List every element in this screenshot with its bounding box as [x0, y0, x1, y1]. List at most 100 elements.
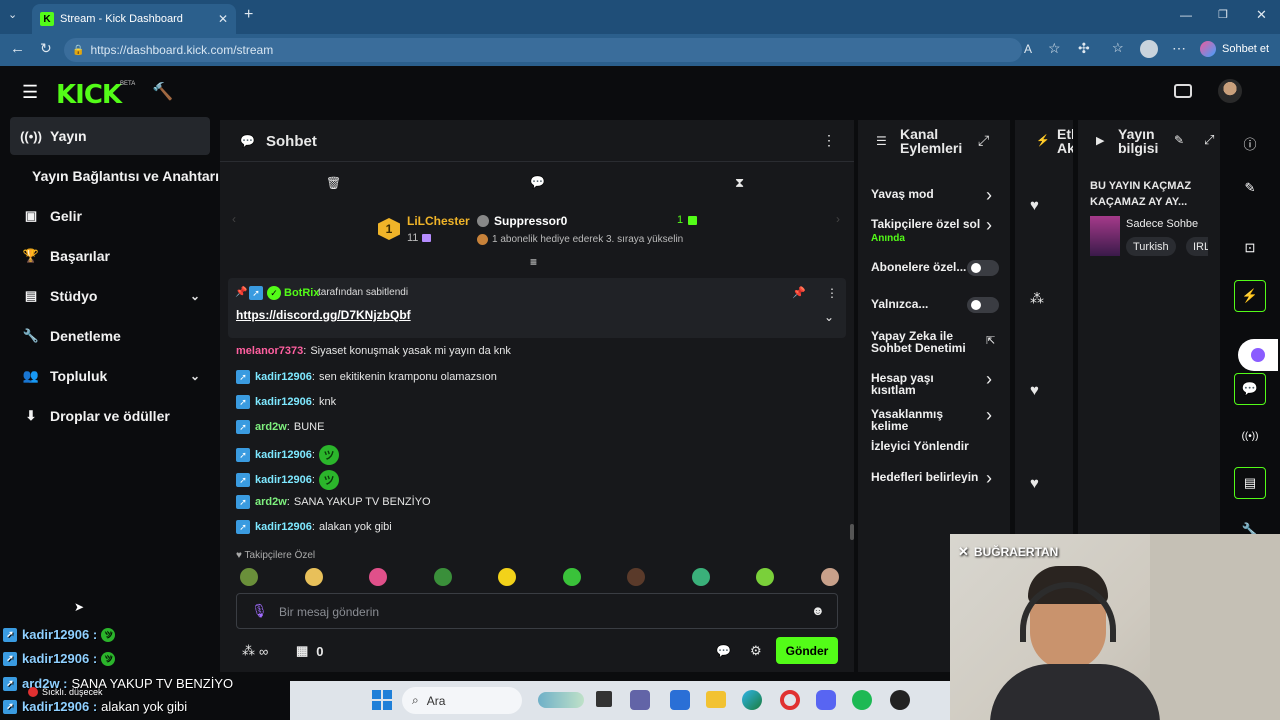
read-aloud-icon[interactable]: A — [1024, 42, 1032, 56]
emote-option-icon[interactable] — [562, 568, 581, 586]
chat-username[interactable]: kadir12906 — [255, 396, 312, 408]
url-field[interactable]: 🔒 https://dashboard.kick.com/stream — [64, 38, 1022, 62]
sidebar-item-denetleme[interactable]: 🔧 Denetleme — [10, 317, 210, 355]
back-icon[interactable]: ← — [10, 40, 25, 57]
emote-option-icon[interactable] — [627, 568, 645, 586]
sidebar-item-stream-key[interactable]: Yayın Bağlantısı ve Anahtarı — [32, 157, 222, 195]
task-view-icon[interactable] — [596, 691, 612, 707]
lightning-icon[interactable]: ⚡ — [1234, 280, 1266, 312]
edit-icon[interactable]: ✎ — [1174, 133, 1184, 147]
channel-action-item[interactable]: Yapay Zeka ile Sohbet Denetimi — [871, 330, 981, 354]
chat-scrollbar[interactable] — [850, 524, 854, 540]
tab-actions-icon[interactable]: ⌄ — [8, 8, 26, 26]
channel-action-item[interactable]: İzleyici Yönlendir — [871, 440, 981, 452]
profile-avatar[interactable] — [1140, 40, 1158, 58]
copilot-button[interactable]: Sohbet et — [1200, 41, 1269, 57]
toggle-switch[interactable] — [967, 297, 999, 313]
refresh-icon[interactable]: ↻ — [40, 40, 52, 57]
timer-icon[interactable]: ⧗ — [735, 175, 744, 191]
maximize-icon[interactable]: ❐ — [1218, 8, 1228, 21]
channel-action-item[interactable]: Hesap yaşı kısıtlam — [871, 372, 981, 396]
tag-turkish[interactable]: Turkish — [1126, 237, 1176, 256]
emote-option-icon[interactable] — [498, 568, 516, 586]
mod-hammer-icon[interactable]: 🔨 — [152, 82, 173, 102]
channel-action-item[interactable]: Hedefleri belirleyin — [871, 471, 981, 483]
file-explorer-icon[interactable] — [706, 691, 726, 708]
channel-action-item[interactable]: Yalnızca... — [871, 298, 981, 310]
channel-action-item[interactable]: Takipçilere özel sol — [871, 218, 981, 230]
new-tab-icon[interactable]: + — [244, 6, 253, 24]
info-icon[interactable]: ⓘ — [1234, 127, 1266, 159]
store-app-icon[interactable] — [670, 690, 690, 710]
leaderboard-next-icon[interactable]: › — [836, 212, 840, 226]
pinned-more-icon[interactable]: ⋮ — [826, 286, 838, 300]
live-signal-icon[interactable]: ((•)) — [1234, 420, 1266, 452]
chat-rail-icon[interactable]: 💬 — [1234, 373, 1266, 405]
leaderboard-prev-icon[interactable]: ‹ — [232, 212, 236, 226]
chat-settings-bubble-icon[interactable]: 💬 — [716, 644, 731, 658]
pencil-icon[interactable]: ✎ — [1234, 172, 1266, 204]
vr-viewer-icon[interactable] — [1174, 84, 1192, 98]
chat-input[interactable]: 🎙 Bir mesaj gönderin ☻ — [236, 593, 838, 629]
emoji-picker-icon[interactable]: ☻ — [811, 603, 825, 618]
collections-icon[interactable]: ☆ — [1112, 40, 1124, 56]
pepe-emote-icon[interactable]: ツ — [318, 470, 339, 490]
emote-option-icon[interactable] — [691, 568, 710, 586]
send-button[interactable]: Gönder — [776, 637, 838, 664]
expand-pinned-icon[interactable]: ⌄ — [824, 310, 834, 324]
kick-logo[interactable]: KICK — [56, 80, 122, 110]
store-button[interactable]: ▦ 0 — [296, 643, 324, 659]
channel-action-item[interactable]: Yasaklanmış kelime — [871, 408, 981, 432]
stream-info-popout-icon[interactable]: ⤢ — [1204, 132, 1214, 148]
pinned-by[interactable]: BotRix — [284, 287, 319, 299]
sidebar-item-gelir[interactable]: ▣ Gelir — [10, 197, 210, 235]
more-menu-icon[interactable]: ⋯ — [1172, 40, 1186, 57]
spotify-icon[interactable] — [852, 690, 872, 710]
external-link-icon[interactable]: ⇱ — [986, 334, 995, 347]
sidebar-item-basarilar[interactable]: 🏆 Başarılar — [10, 237, 210, 275]
teams-icon[interactable] — [630, 690, 650, 710]
toggle-switch[interactable] — [967, 260, 999, 276]
ai-orb-icon[interactable] — [1238, 339, 1278, 371]
emote-option-icon[interactable] — [369, 568, 387, 586]
chat-username[interactable]: kadir12906 — [255, 371, 312, 383]
tag-irl[interactable]: IRL — [1186, 237, 1208, 256]
hamburger-menu-icon[interactable]: ☰ — [22, 82, 38, 103]
channel-action-item[interactable]: Abonelere özel... — [871, 261, 981, 273]
chat-username[interactable]: melanor7373 — [236, 345, 303, 357]
layout-icon[interactable]: ▤ — [1234, 467, 1266, 499]
gear-icon[interactable]: ⚙ — [750, 643, 762, 659]
favorite-star-icon[interactable]: ☆ — [1048, 40, 1061, 57]
top-user-name[interactable]: LiLChester — [407, 214, 470, 228]
emote-option-icon[interactable] — [304, 568, 323, 586]
emote-option-icon[interactable] — [240, 568, 258, 586]
extensions-icon[interactable]: ✣ — [1078, 40, 1090, 57]
sidebar-item-studyo[interactable]: ▤ Stüdyo ⌄ — [10, 277, 210, 315]
chat-mode-icon[interactable]: 💬 — [530, 175, 545, 189]
chat-username[interactable]: kadir12906 — [255, 521, 312, 533]
emote-option-icon[interactable] — [756, 568, 774, 586]
close-tab-icon[interactable]: ✕ — [218, 12, 228, 26]
delete-icon[interactable]: 🗑 — [326, 176, 341, 190]
sidebar-item-topluluk[interactable]: 👥 Topluluk ⌄ — [10, 357, 210, 395]
channel-points[interactable]: ⁂ ∞ — [242, 643, 268, 659]
close-window-icon[interactable]: ✕ — [1256, 7, 1267, 23]
microphone-icon[interactable]: 🎙 — [251, 603, 268, 619]
chat-username[interactable]: ard2w — [255, 421, 287, 433]
top-gifter-name[interactable]: Suppressor0 — [494, 214, 567, 228]
emote-option-icon[interactable] — [820, 568, 839, 586]
pinned-link[interactable]: https://discord.gg/D7KNjzbQbf — [236, 308, 411, 322]
unpin-icon[interactable]: 📌 — [792, 286, 806, 299]
taskbar-search[interactable]: ⌕ Ara — [402, 687, 522, 714]
emote-option-icon[interactable] — [433, 568, 452, 586]
edge-icon[interactable] — [742, 690, 762, 710]
pepe-emote-icon[interactable]: ツ — [318, 445, 339, 465]
chat-username[interactable]: kadir12906 — [255, 474, 312, 486]
channel-action-item[interactable]: Yavaş mod — [871, 188, 981, 200]
capture-icon[interactable]: ⊡ — [1234, 232, 1266, 264]
user-avatar[interactable] — [1218, 79, 1242, 103]
discord-icon[interactable] — [816, 690, 836, 710]
popout-icon[interactable]: ⤢ — [978, 132, 989, 149]
chat-username[interactable]: kadir12906 — [255, 449, 312, 461]
opera-icon[interactable] — [780, 690, 800, 710]
